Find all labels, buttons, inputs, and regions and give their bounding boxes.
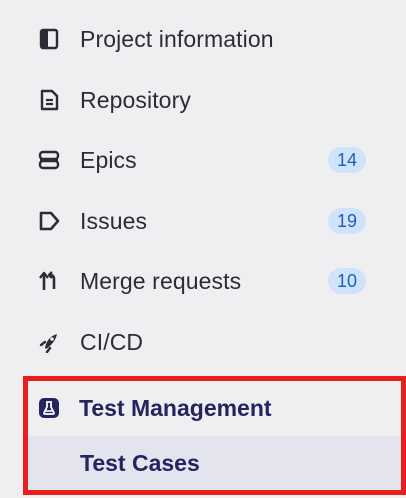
merge-requests-count-badge: 10 <box>328 268 366 294</box>
sidebar: Project information Repository Epics 14 <box>0 0 406 498</box>
sidebar-item-label: Project information <box>80 25 274 52</box>
merge-requests-icon <box>38 270 60 292</box>
test-management-icon <box>38 397 60 419</box>
ci-cd-icon <box>38 331 60 353</box>
sidebar-item-epics[interactable]: Epics 14 <box>20 133 386 187</box>
sidebar-item-repository[interactable]: Repository <box>20 73 386 127</box>
sidebar-item-issues[interactable]: Issues 19 <box>20 194 386 248</box>
epics-count-badge: 14 <box>328 147 366 173</box>
sidebar-item-merge-requests[interactable]: Merge requests 10 <box>20 254 386 308</box>
sidebar-subitem-test-cases[interactable]: Test Cases <box>28 436 401 490</box>
sidebar-subitem-label: Test Cases <box>80 449 200 476</box>
epics-icon <box>38 149 60 171</box>
sidebar-item-label: Epics <box>80 146 137 173</box>
sidebar-item-label: Issues <box>80 207 148 234</box>
sidebar-item-label: Repository <box>80 86 191 113</box>
sidebar-item-test-management[interactable]: Test Management <box>28 381 401 435</box>
project-info-icon <box>38 28 60 50</box>
sidebar-item-project-information[interactable]: Project information <box>20 12 386 66</box>
sidebar-item-label: Merge requests <box>80 267 242 294</box>
repository-icon <box>38 89 60 111</box>
sidebar-item-label: CI/CD <box>80 328 144 355</box>
issues-count-badge: 19 <box>328 208 366 234</box>
sidebar-item-ci-cd[interactable]: CI/CD <box>20 315 386 369</box>
sidebar-item-label: Test Management <box>79 394 272 421</box>
issues-icon <box>38 210 60 232</box>
